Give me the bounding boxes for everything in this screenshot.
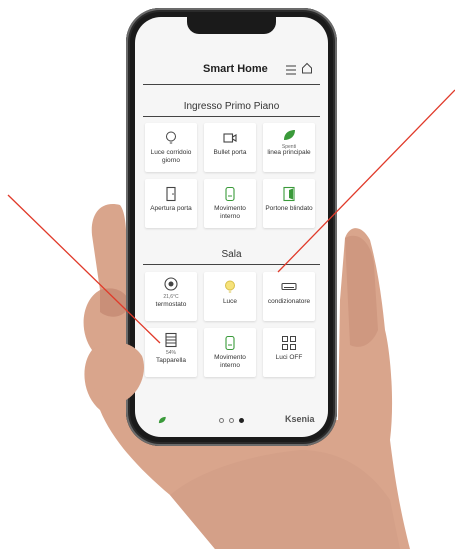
thumb <box>92 342 145 402</box>
